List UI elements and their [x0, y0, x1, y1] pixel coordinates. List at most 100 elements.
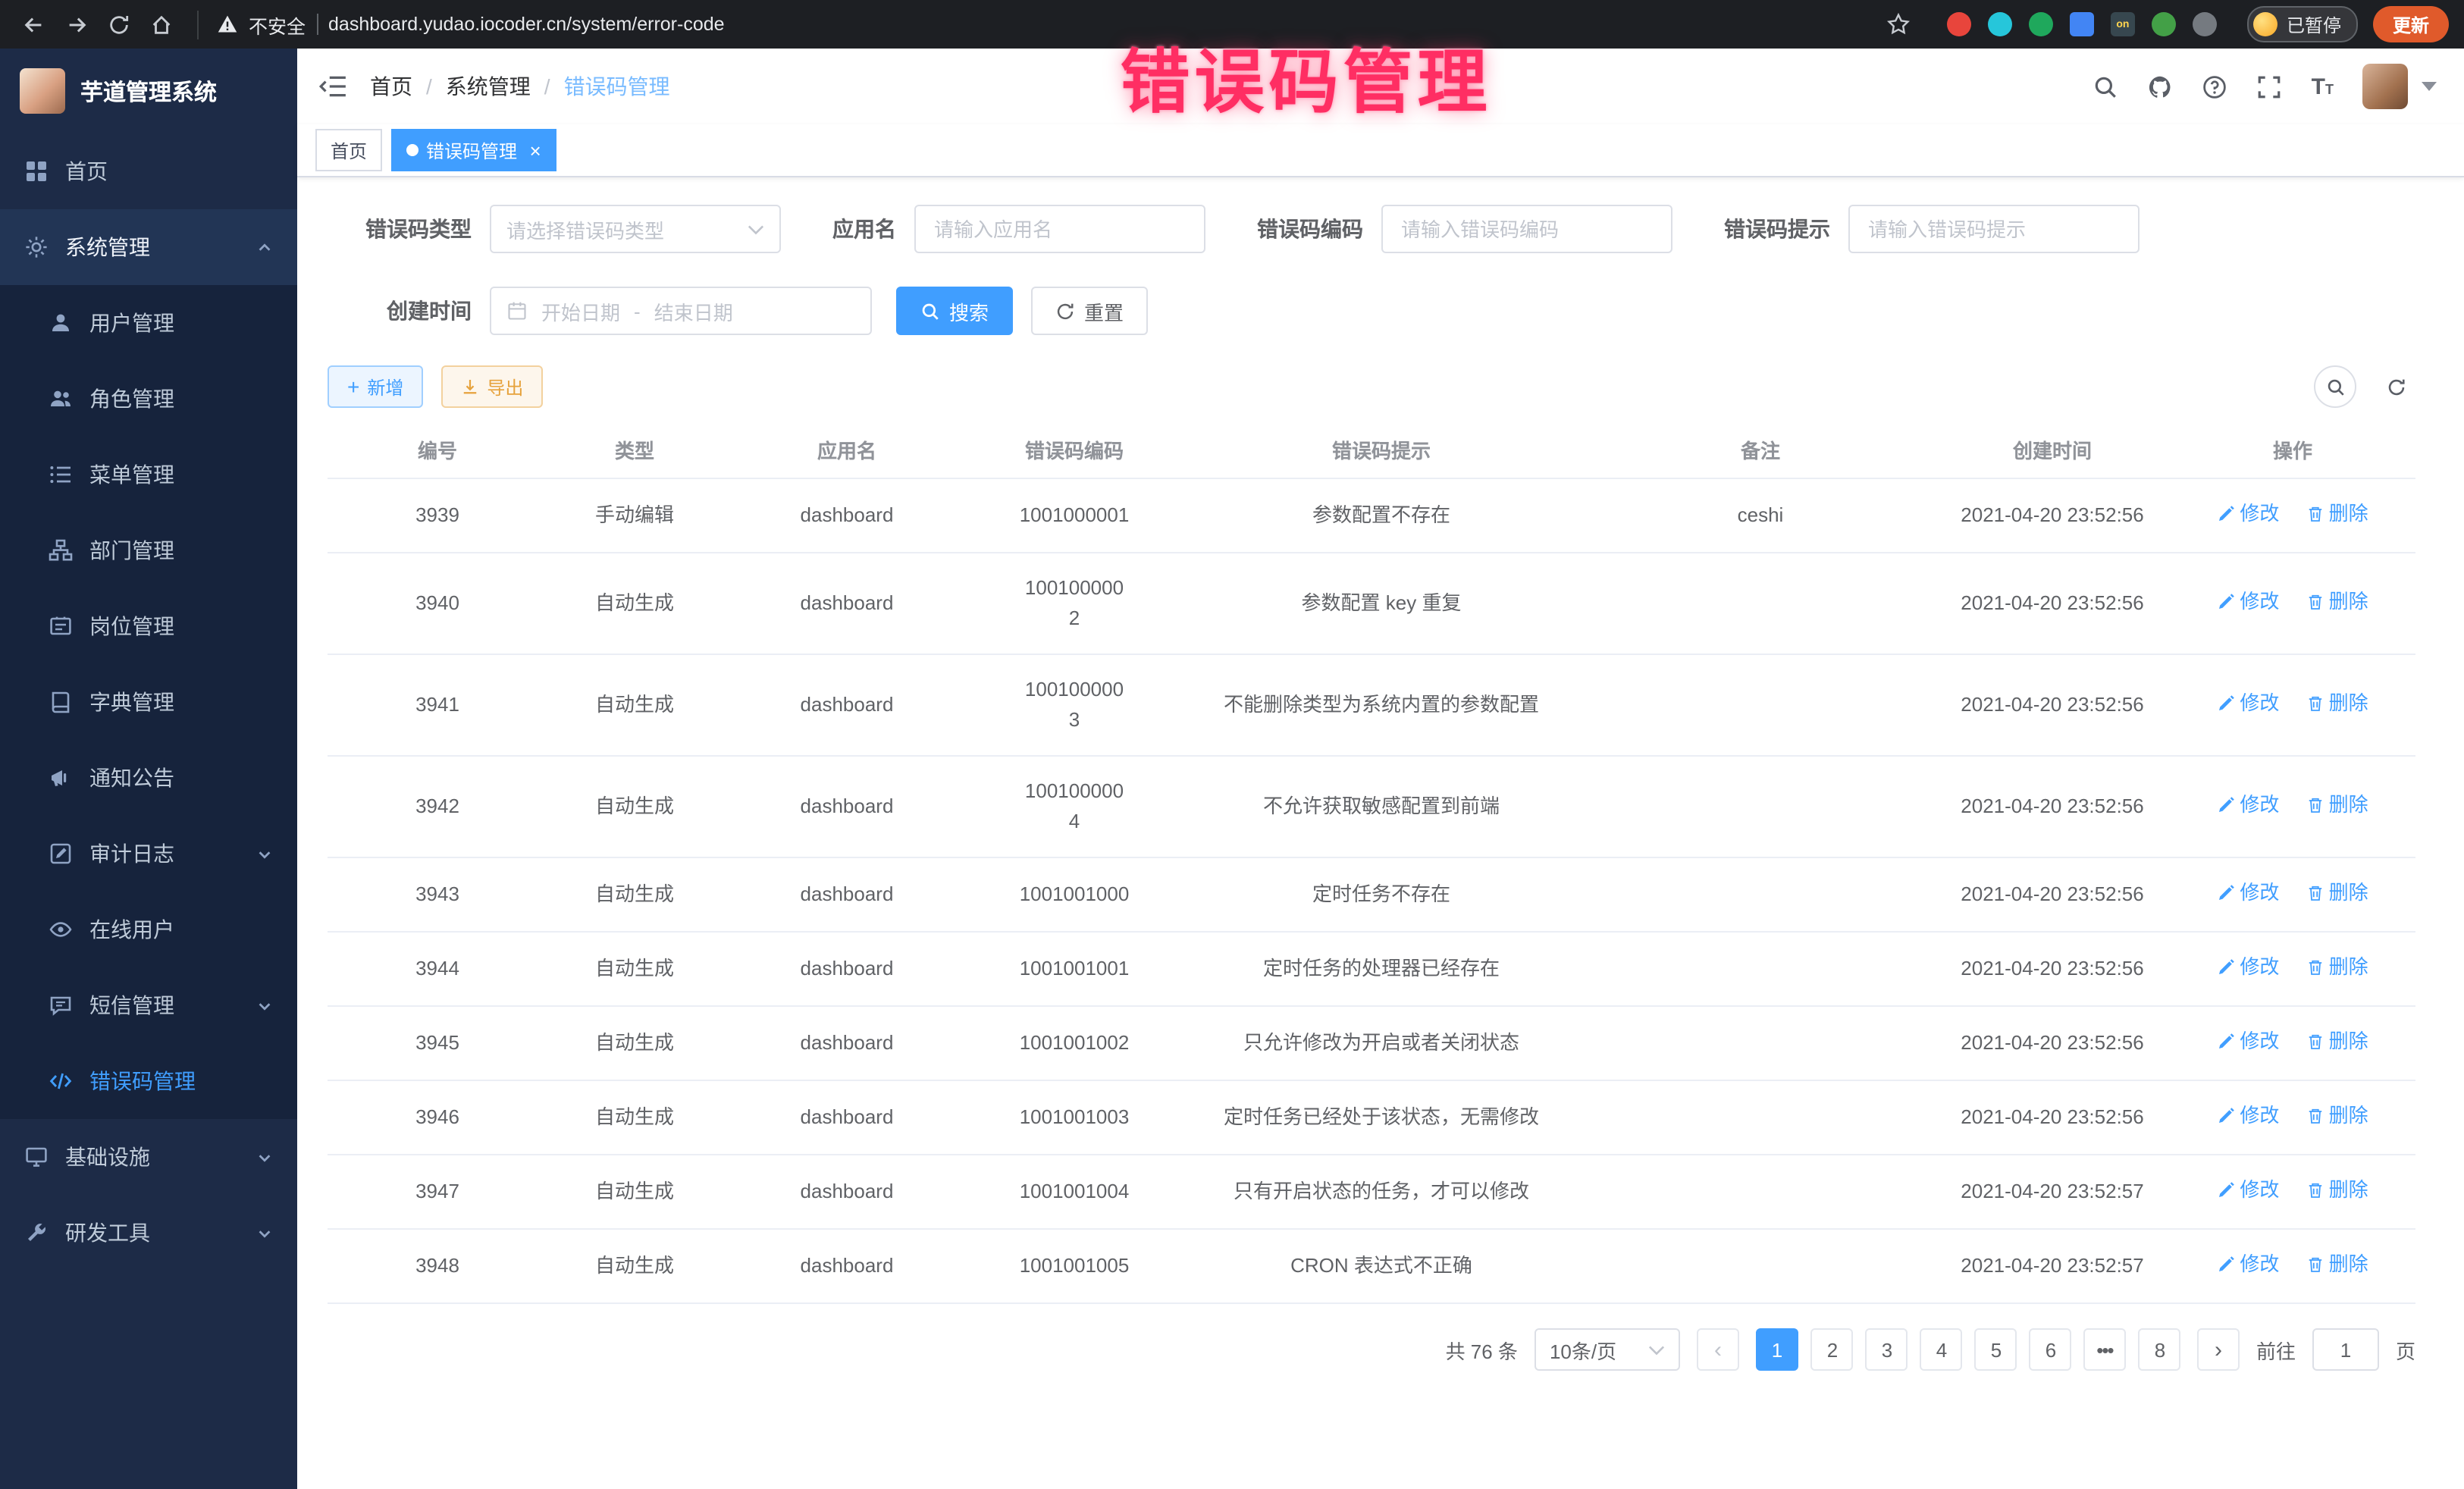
sidebar-item[interactable]: 通知公告 [0, 740, 297, 816]
page-button[interactable]: 1 [1756, 1328, 1798, 1371]
pager-ellipsis[interactable]: ••• [2083, 1328, 2126, 1371]
view-tab[interactable]: 错误码管理× [391, 129, 556, 171]
edit-link[interactable]: 修改 [2217, 878, 2279, 908]
sidebar-collapse-icon[interactable] [318, 74, 347, 99]
edit-link[interactable]: 修改 [2217, 952, 2279, 983]
github-icon[interactable] [2148, 74, 2174, 99]
forward-icon[interactable] [58, 6, 94, 42]
avatar-caret-down-icon[interactable] [2422, 82, 2437, 91]
pencil-icon [2217, 884, 2235, 902]
cell-remark [1586, 654, 1935, 756]
help-icon[interactable] [2202, 74, 2228, 99]
breadcrumb-item[interactable]: 首页 [370, 71, 412, 102]
prev-page-button[interactable]: ‹ [1697, 1328, 1739, 1371]
delete-link[interactable]: 删除 [2306, 790, 2368, 820]
sidebar-item[interactable]: 在线用户 [0, 892, 297, 967]
reload-icon[interactable] [100, 6, 136, 42]
bookmark-star-icon[interactable] [1886, 12, 1911, 36]
sidebar-item[interactable]: 研发工具 [0, 1195, 297, 1271]
back-icon[interactable] [15, 6, 52, 42]
teal-drop-extension-icon[interactable] [1988, 12, 2012, 36]
page-button[interactable]: 8 [2138, 1328, 2180, 1371]
delete-link[interactable]: 删除 [2306, 878, 2368, 908]
green-leaf-extension-icon[interactable] [2152, 12, 2176, 36]
page-button[interactable]: 5 [1974, 1328, 2017, 1371]
page-size-select[interactable]: 10条/页 [1535, 1328, 1680, 1371]
date-range-picker[interactable]: 开始日期 - 结束日期 [490, 287, 872, 335]
cell-id: 3941 [328, 654, 547, 756]
app-name-input[interactable] [931, 216, 1189, 242]
sidebar-item[interactable]: 短信管理 [0, 967, 297, 1043]
blue-stats-extension-icon[interactable] [2070, 12, 2094, 36]
edit-link[interactable]: 修改 [2217, 1101, 2279, 1131]
cell-create-time: 2021-04-20 23:52:56 [1935, 857, 2170, 932]
delete-link[interactable]: 删除 [2306, 952, 2368, 983]
delete-link[interactable]: 删除 [2306, 1249, 2368, 1280]
reset-button[interactable]: 重置 [1031, 287, 1148, 335]
page-button[interactable]: 2 [1810, 1328, 1853, 1371]
delete-link[interactable]: 删除 [2306, 1101, 2368, 1131]
delete-link[interactable]: 删除 [2306, 688, 2368, 719]
toggle-search-icon[interactable] [2314, 365, 2356, 408]
delete-link[interactable]: 删除 [2306, 499, 2368, 529]
sidebar-item[interactable]: 菜单管理 [0, 437, 297, 513]
edit-link[interactable]: 修改 [2217, 1175, 2279, 1205]
dark-on-extension-icon[interactable]: on [2111, 12, 2135, 36]
export-button[interactable]: 导出 [441, 365, 543, 408]
tab-close-icon[interactable]: × [529, 140, 541, 160]
view-tab[interactable]: 首页 [315, 129, 382, 171]
error-code-input[interactable] [1398, 216, 1656, 242]
delete-link[interactable]: 删除 [2306, 1175, 2368, 1205]
fullscreen-icon[interactable] [2257, 74, 2283, 99]
goto-label: 前往 [2256, 1335, 2296, 1364]
puzzle-extension-icon[interactable] [2193, 12, 2217, 36]
next-page-button[interactable]: › [2197, 1328, 2240, 1371]
cell-type: 自动生成 [547, 1229, 722, 1303]
start-date-placeholder: 开始日期 [541, 296, 620, 325]
add-button[interactable]: + 新增 [328, 365, 423, 408]
sidebar-item[interactable]: 字典管理 [0, 664, 297, 740]
error-hint-input[interactable] [1865, 216, 2123, 242]
goto-page-input[interactable] [2312, 1328, 2379, 1371]
edit-link[interactable]: 修改 [2217, 790, 2279, 820]
app-logo[interactable]: 芋道管理系统 [0, 49, 297, 133]
user-avatar[interactable] [2362, 64, 2408, 109]
breadcrumb-item[interactable]: 系统管理 [446, 71, 531, 102]
edit-link[interactable]: 修改 [2217, 688, 2279, 719]
sidebar-item[interactable]: 部门管理 [0, 513, 297, 588]
edit-link[interactable]: 修改 [2217, 1249, 2279, 1280]
sidebar-item[interactable]: 错误码管理 [0, 1043, 297, 1119]
search-button[interactable]: 搜索 [896, 287, 1013, 335]
delete-link[interactable]: 删除 [2306, 587, 2368, 617]
sidebar-item[interactable]: 基础设施 [0, 1119, 297, 1195]
sidebar-item[interactable]: 角色管理 [0, 361, 297, 437]
cell-id: 3945 [328, 1006, 547, 1080]
font-size-icon[interactable]: TT [2312, 75, 2334, 98]
page-button[interactable]: 4 [1920, 1328, 1962, 1371]
address-bar[interactable]: 不安全 dashboard.yudao.iocoder.cn/system/er… [197, 10, 1926, 39]
green-check-extension-icon[interactable] [2029, 12, 2053, 36]
sidebar-item[interactable]: 岗位管理 [0, 588, 297, 664]
delete-link[interactable]: 删除 [2306, 1027, 2368, 1057]
edit-link[interactable]: 修改 [2217, 587, 2279, 617]
browser-update-button[interactable]: 更新 [2373, 6, 2449, 42]
sidebar-item[interactable]: 系统管理 [0, 209, 297, 285]
red-record-extension-icon[interactable] [1947, 12, 1971, 36]
error-type-select[interactable]: 请选择错误码类型 [490, 205, 781, 253]
edit-link[interactable]: 修改 [2217, 499, 2279, 529]
edit-link[interactable]: 修改 [2217, 1027, 2279, 1057]
sidebar-item[interactable]: 用户管理 [0, 285, 297, 361]
refresh-table-icon[interactable] [2376, 367, 2415, 406]
profile-paused-badge[interactable]: 已暂停 [2247, 6, 2358, 42]
delete-label: 删除 [2329, 952, 2368, 983]
sidebar-item[interactable]: 审计日志 [0, 816, 297, 892]
pencil-icon [2217, 1255, 2235, 1274]
gear-icon [24, 235, 49, 259]
search-button-label: 搜索 [949, 296, 989, 325]
sidebar-item[interactable]: 首页 [0, 133, 297, 209]
header-search-icon[interactable] [2093, 74, 2119, 99]
page-button[interactable]: 6 [2029, 1328, 2071, 1371]
home-icon[interactable] [143, 6, 179, 42]
page-button[interactable]: 3 [1865, 1328, 1908, 1371]
cell-create-time: 2021-04-20 23:52:56 [1935, 932, 2170, 1006]
